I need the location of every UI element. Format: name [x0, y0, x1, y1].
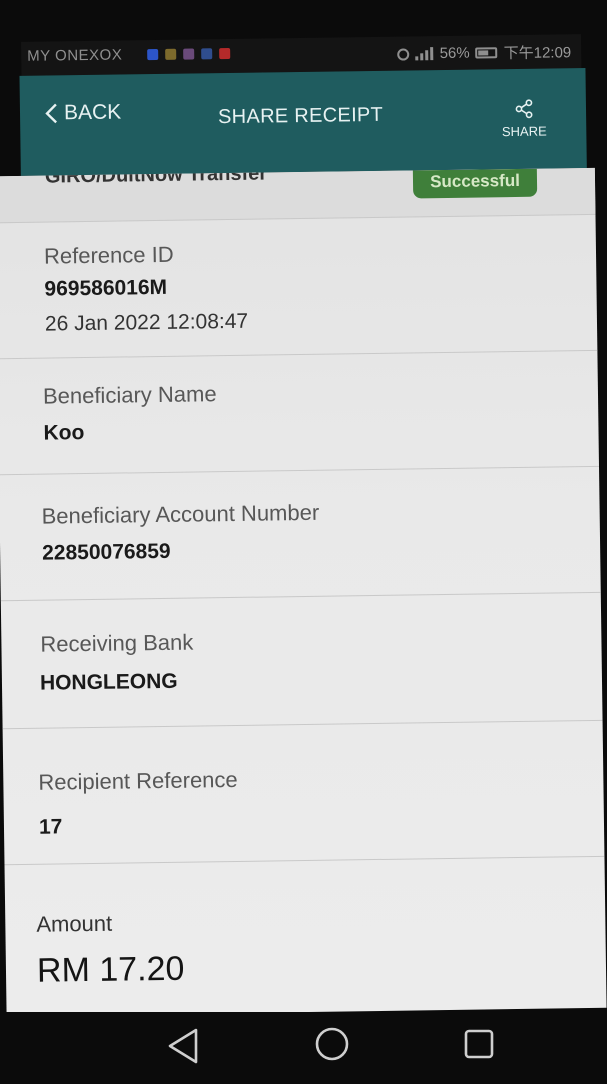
share-label: SHARE [501, 123, 547, 140]
amount-section: Amount RM 17.20 [4, 856, 606, 1016]
facebook-icon [201, 48, 213, 60]
amount-label: Amount [36, 910, 113, 937]
status-indicators: 56% 下午12:09 [397, 41, 572, 64]
status-badge: Successful [412, 168, 538, 199]
navigation-bar [0, 1012, 607, 1080]
battery-percent: 56% [439, 44, 470, 63]
amount-value: RM 17.20 [36, 949, 185, 990]
recipient-reference-section: Recipient Reference 17 [2, 719, 605, 866]
beneficiary-name-value: Koo [43, 421, 85, 445]
alarm-icon [397, 47, 410, 61]
beneficiary-name-label: Beneficiary Name [42, 381, 217, 409]
recipient-reference-value: 17 [38, 815, 63, 839]
beneficiary-name-section: Beneficiary Name Koo [0, 349, 600, 476]
signal-icon [415, 47, 434, 61]
clock: 下午12:09 [503, 44, 572, 63]
back-button[interactable]: BACK [44, 100, 122, 125]
chevron-left-icon [45, 103, 57, 124]
app-notification-icon [183, 48, 195, 60]
carrier-name: MY ONEXOX [27, 46, 123, 65]
transaction-datetime: 26 Jan 2022 12:08:47 [44, 309, 249, 336]
battery-icon [475, 47, 498, 59]
receipt-content: GIRO/DuitNow Transfer Successful Referen… [0, 167, 607, 1017]
account-number-value: 22850076859 [41, 539, 171, 565]
app-notification-icon [147, 48, 159, 61]
back-label: BACK [63, 100, 122, 125]
recipient-reference-label: Recipient Reference [38, 766, 238, 795]
receiving-bank-section: Receiving Bank HONGLEONG [0, 591, 603, 730]
receiving-bank-label: Receiving Bank [40, 629, 194, 657]
reference-id-label: Reference ID [43, 241, 174, 269]
account-number-section: Beneficiary Account Number 22850076859 [0, 465, 601, 602]
share-icon [515, 99, 533, 119]
reference-section: Reference ID 969586016M 26 Jan 2022 12:0… [0, 213, 598, 360]
page-title: SHARE RECEIPT [217, 103, 384, 129]
triangle-back-icon[interactable] [166, 1026, 200, 1066]
square-recents-icon[interactable] [463, 1028, 495, 1060]
share-button[interactable]: SHARE [494, 98, 555, 141]
notification-icons [147, 47, 231, 61]
circle-home-icon[interactable] [314, 1026, 350, 1062]
app-header: BACK SHARE RECEIPT SHARE [19, 68, 587, 176]
receiving-bank-value: HONGLEONG [39, 669, 178, 695]
youtube-icon [219, 47, 231, 60]
account-number-label: Beneficiary Account Number [41, 499, 320, 529]
app-notification-icon [165, 48, 177, 60]
phone-screen: MY ONEXOX 56% 下午12:09 BACK SHARE RECEIPT [0, 0, 607, 1084]
reference-id-value: 969586016M [44, 275, 168, 301]
